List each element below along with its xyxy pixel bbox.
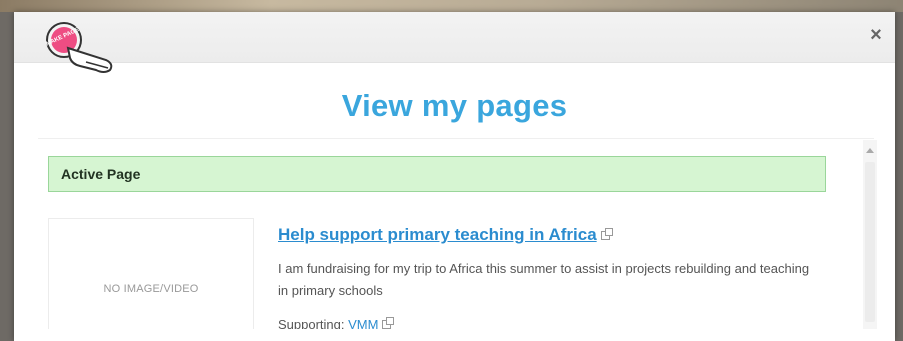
hand-pointer-logo-icon: MAKE PAGE — [45, 22, 113, 73]
active-page-label: Active Page — [61, 166, 141, 182]
title-divider — [38, 138, 874, 139]
background-overlay-right — [895, 12, 903, 341]
modal-header-bar: MAKE PAGE × — [14, 12, 895, 73]
page-description: I am fundraising for my trip to Africa t… — [278, 261, 810, 298]
page-thumbnail[interactable]: NO IMAGE/VIDEO — [48, 218, 254, 329]
supporting-link[interactable]: VMM — [348, 317, 378, 329]
background-overlay-left — [0, 12, 14, 341]
page-title-link[interactable]: Help support primary teaching in Africa — [278, 225, 613, 245]
scroll-up-arrow-icon[interactable] — [866, 148, 874, 153]
supporting-line: Supporting: VMM — [278, 317, 395, 329]
active-page-banner: Active Page — [48, 156, 826, 192]
background-page-strip — [0, 0, 903, 12]
supporting-label: Supporting: — [278, 317, 345, 329]
supporting-external-link-icon — [382, 317, 395, 329]
content-scrollbar[interactable] — [863, 140, 877, 329]
external-link-icon — [600, 228, 613, 240]
close-button[interactable]: × — [865, 24, 887, 46]
modal-title: View my pages — [341, 88, 568, 123]
thumbnail-placeholder-text: NO IMAGE/VIDEO — [103, 283, 199, 295]
page-title-text: Help support primary teaching in Africa — [278, 225, 597, 244]
scroll-thumb[interactable] — [865, 162, 875, 322]
pages-list: Active Page NO IMAGE/VIDEO Help support … — [38, 140, 860, 329]
